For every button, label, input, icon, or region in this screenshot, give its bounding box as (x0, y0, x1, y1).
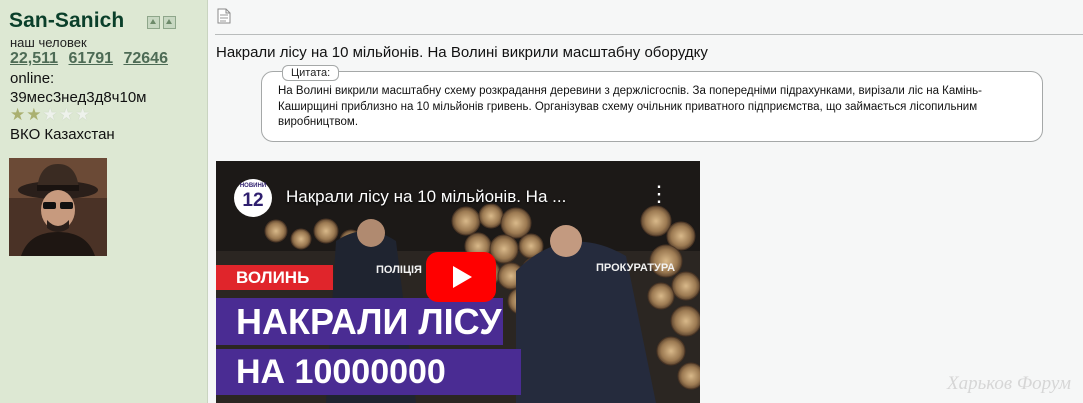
user-stat-reputation[interactable]: 61791 (69, 50, 114, 67)
region-banner: ВОЛИНЬ (216, 265, 334, 290)
quote-label: Цитата: (282, 65, 340, 81)
post-title: Накрали лісу на 10 мільйонів. На Волині … (216, 44, 708, 61)
user-stat-points[interactable]: 72646 (123, 50, 168, 67)
channel-logo[interactable]: НОВИНИ 12 (234, 179, 272, 217)
user-info-panel: San-Sanich наш человек 22,511 61791 7264… (0, 0, 208, 403)
user-title: наш человек (10, 35, 87, 50)
star-empty-icon: ★ (75, 105, 92, 124)
quote-text: На Волині викрили масштабну схему розкра… (278, 85, 982, 128)
headline-band-2: НА 10000000 ГРН (216, 349, 521, 403)
police-patch: ПОЛІЦІЯ (376, 264, 422, 276)
username[interactable]: San-Sanich (9, 9, 124, 33)
play-button-icon[interactable] (426, 252, 496, 302)
quote-box: Цитата: На Волині викрили масштабну схем… (261, 65, 1043, 142)
post-document-icon (217, 8, 231, 29)
channel-logo-top: НОВИНИ (239, 183, 267, 189)
user-profile-icon[interactable] (147, 16, 160, 29)
channel-logo-number: 12 (242, 190, 264, 211)
user-rating: ★★★★★ (10, 106, 91, 123)
star-filled-icon: ★ (10, 105, 27, 124)
more-options-icon[interactable]: ⋮ (648, 183, 670, 205)
user-message-icon[interactable] (163, 16, 176, 29)
user-online: online: 39мес3нед3д8ч10м (10, 69, 146, 107)
user-stat-posts[interactable]: 22,511 (10, 50, 58, 67)
prosecutor-patch: ПРОКУРАТУРА (596, 262, 676, 274)
video-embed[interactable]: НОВИНИ 12 Накрали лісу на 10 мільйонів. … (216, 161, 700, 403)
video-title[interactable]: Накрали лісу на 10 мільйонів. На ... (286, 187, 566, 207)
post-divider (215, 34, 1083, 35)
star-empty-icon: ★ (42, 105, 59, 124)
headline-band-1: НАКРАЛИ ЛІСУ (216, 298, 503, 345)
star-filled-icon: ★ (26, 105, 43, 124)
avatar[interactable] (9, 158, 107, 256)
online-label: online: (10, 70, 55, 87)
star-empty-icon: ★ (58, 105, 75, 124)
user-location: ВКО Казахстан (10, 126, 115, 143)
forum-watermark: Харьков Форум (946, 373, 1071, 394)
post-body: Накрали лісу на 10 мільйонів. На Волині … (209, 0, 1083, 403)
user-stats: 22,511 61791 72646 (10, 50, 174, 68)
